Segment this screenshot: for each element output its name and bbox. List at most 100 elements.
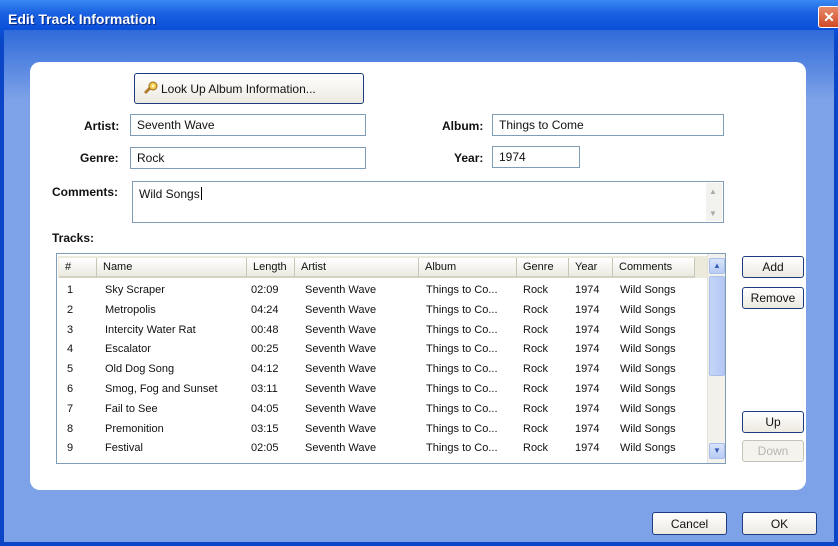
table-cell: Seventh Wave — [305, 284, 377, 296]
table-cell: Things to Co... — [426, 363, 498, 376]
dialog-title: Edit Track Information — [8, 11, 156, 27]
table-cell: Escalator — [105, 343, 151, 356]
table-row[interactable]: 2 Metropolis 04:24 Seventh Wave Things to Co… — [57, 302, 705, 320]
table-cell: 1974 — [575, 442, 600, 455]
chevron-down-icon: ▼ — [713, 446, 721, 455]
table-row[interactable]: 8 Premonition 03:15 Seventh Wave Things to C… — [57, 421, 705, 439]
table-row[interactable]: 6 Smog, Fog and Sunset 03:11 Seventh Wave Th… — [57, 381, 705, 399]
table-cell: Things to Co... — [426, 343, 498, 356]
table-cell: Metropolis — [105, 303, 156, 316]
table-cell: Wild Songs — [620, 383, 676, 395]
table-cell: 2 — [67, 303, 74, 316]
scroll-up-icon[interactable]: ▲ — [709, 187, 717, 196]
tracks-label: Tracks: — [52, 231, 95, 245]
column-header-number[interactable]: # — [59, 258, 97, 278]
table-cell: 1974 — [575, 422, 600, 435]
edit-track-dialog: Edit Track Information ✕ Look Up Album I… — [0, 0, 838, 546]
comments-scrollbar[interactable]: ▲ ▼ — [706, 183, 722, 221]
table-cell: 5 — [67, 363, 74, 376]
table-cell: 02:05 — [251, 442, 279, 455]
chevron-up-icon: ▲ — [713, 261, 721, 270]
table-row[interactable]: 9 Festival 02:05 Seventh Wave Things to Co..… — [57, 440, 705, 458]
close-button[interactable]: ✕ — [818, 6, 838, 28]
lookup-album-button[interactable]: Look Up Album Information... — [134, 73, 364, 104]
comments-value: Wild Songs — [139, 187, 200, 201]
cancel-button[interactable]: Cancel — [652, 512, 727, 535]
table-cell: 1974 — [575, 303, 600, 316]
table-cell: 1974 — [575, 363, 600, 376]
table-cell: 00:48 — [251, 323, 279, 336]
tracks-list[interactable]: # Name Length Artist Album Genre Year Co… — [56, 253, 726, 464]
comments-field[interactable]: Wild Songs ▲ ▼ — [132, 181, 724, 223]
genre-label: Genre: — [80, 151, 119, 165]
table-cell: Seventh Wave — [305, 323, 377, 336]
scroll-down-icon[interactable]: ▼ — [709, 209, 717, 218]
comments-label: Comments: — [52, 185, 119, 199]
table-cell: Wild Songs — [620, 422, 676, 435]
table-cell: 3 — [67, 323, 74, 336]
table-cell: Old Dog Song — [105, 363, 175, 376]
table-cell: Things to Co... — [426, 383, 498, 395]
table-cell: Rock — [523, 323, 549, 336]
column-header-artist[interactable]: Artist — [295, 258, 419, 278]
column-header-comments[interactable]: Comments — [613, 258, 695, 278]
column-header-name[interactable]: Name — [97, 258, 247, 278]
table-cell: Rock — [523, 363, 549, 376]
table-cell: 03:15 — [251, 422, 279, 435]
table-cell: 1 — [67, 284, 74, 296]
table-cell: Things to Co... — [426, 284, 498, 296]
table-row[interactable]: 7 Fail to See 04:05 Seventh Wave Things to C… — [57, 401, 705, 419]
table-cell: Seventh Wave — [305, 422, 377, 435]
table-cell: Wild Songs — [620, 442, 676, 455]
down-button[interactable]: Down — [742, 440, 804, 462]
table-cell: Rock — [523, 383, 549, 395]
column-header-length[interactable]: Length — [247, 258, 295, 278]
add-button[interactable]: Add — [742, 256, 804, 278]
table-cell: Things to Co... — [426, 422, 498, 435]
table-cell: Rock — [523, 402, 549, 415]
tracks-scrollbar[interactable]: ▲ ▼ — [707, 254, 725, 463]
ok-button[interactable]: OK — [742, 512, 817, 535]
artist-label: Artist: — [84, 119, 120, 133]
table-cell: Wild Songs — [620, 303, 676, 316]
lookup-album-label: Look Up Album Information... — [161, 81, 316, 96]
text-caret — [200, 187, 202, 200]
table-cell: 1974 — [575, 383, 600, 395]
year-field[interactable]: 1974 — [492, 146, 580, 168]
up-button[interactable]: Up — [742, 411, 804, 433]
table-cell: 1974 — [575, 402, 600, 415]
table-cell: Seventh Wave — [305, 303, 377, 316]
table-cell: Seventh Wave — [305, 402, 377, 415]
table-row[interactable]: 4 Escalator 00:25 Seventh Wave Things to Co.… — [57, 341, 705, 359]
year-label: Year: — [454, 151, 484, 165]
table-cell: 03:11 — [251, 383, 278, 395]
column-header-genre[interactable]: Genre — [517, 258, 569, 278]
table-row[interactable]: 5 Old Dog Song 04:12 Seventh Wave Things to … — [57, 361, 705, 379]
table-cell: Wild Songs — [620, 284, 676, 296]
scroll-thumb[interactable] — [709, 276, 725, 376]
artist-field[interactable]: Seventh Wave — [130, 114, 366, 136]
table-cell: Rock — [523, 442, 549, 455]
table-cell: Rock — [523, 303, 549, 316]
column-header-album[interactable]: Album — [419, 258, 517, 278]
table-cell: Premonition — [105, 422, 164, 435]
album-label: Album: — [442, 119, 484, 133]
table-row[interactable]: 1 Sky Scraper 02:09 Seventh Wave Things to C… — [57, 282, 705, 300]
table-cell: 00:25 — [251, 343, 279, 356]
scroll-up-button[interactable]: ▲ — [709, 258, 725, 274]
scroll-down-button[interactable]: ▼ — [709, 443, 725, 459]
table-row[interactable]: 3 Intercity Water Rat 00:48 Seventh Wave Thi… — [57, 322, 705, 340]
table-cell: Wild Songs — [620, 343, 676, 356]
table-cell: Wild Songs — [620, 323, 676, 336]
table-cell: 04:24 — [251, 303, 279, 316]
album-field[interactable]: Things to Come — [492, 114, 724, 136]
table-cell: 1974 — [575, 343, 600, 356]
table-cell: Things to Co... — [426, 303, 498, 316]
remove-button[interactable]: Remove — [742, 287, 804, 309]
table-cell: Wild Songs — [620, 402, 676, 415]
table-cell: 04:05 — [251, 402, 279, 415]
column-header-year[interactable]: Year — [569, 258, 613, 278]
table-cell: Seventh Wave — [305, 383, 377, 395]
table-cell: Smog, Fog and Sunset — [105, 383, 218, 395]
genre-field[interactable]: Rock — [130, 147, 366, 169]
